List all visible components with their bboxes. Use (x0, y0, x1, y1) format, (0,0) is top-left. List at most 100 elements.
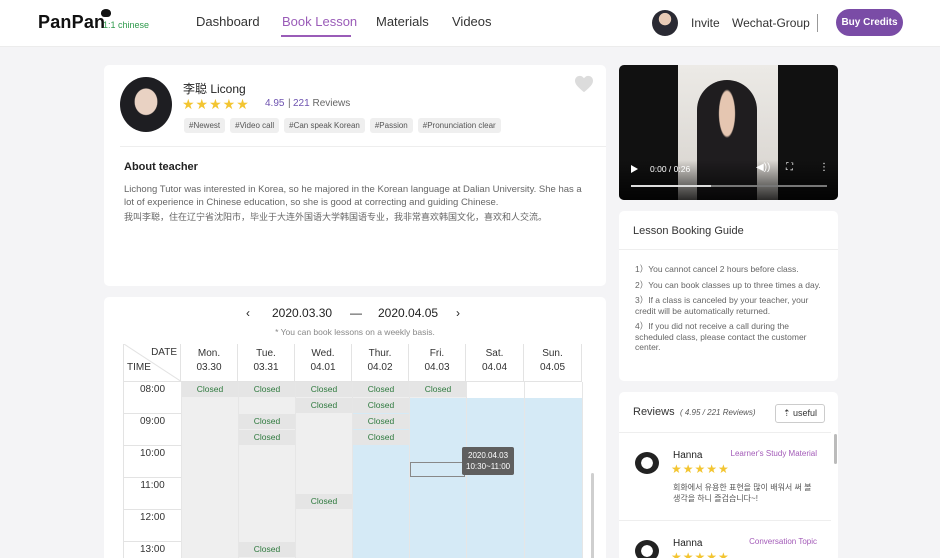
day-header: Thur. 04.02 (352, 344, 409, 382)
tag: #Passion (369, 118, 413, 133)
video-buffered (631, 185, 711, 187)
grid-corner: DATE TIME (123, 344, 182, 382)
teacher-tags: #Newest #Video call #Can speak Korean #P… (184, 118, 501, 133)
review-stars: ★★★★★ (671, 462, 730, 476)
closed-slot: Closed (296, 494, 352, 509)
reviewer-name: Hanna (673, 538, 703, 549)
day-header: Mon. 03.30 (181, 344, 238, 382)
grid-line (238, 382, 239, 558)
reviews-summary: ( 4.95 / 221 Reviews) (680, 408, 756, 417)
week-end-date: 2020.04.05 (378, 306, 439, 320)
day-date: 03.31 (253, 362, 279, 373)
schedule-card: ‹ 2020.03.30 — 2020.04.05 › * You can bo… (104, 297, 606, 558)
day-date: 04.01 (310, 362, 336, 373)
closed-slot: Closed (353, 382, 409, 397)
video-time: 0:00 / 0:26 (650, 164, 691, 174)
guide-item: 1）You cannot cancel 2 hours before class… (635, 264, 799, 274)
closed-slot: Closed (239, 414, 295, 429)
booking-guide-list: 1）You cannot cancel 2 hours before class… (635, 264, 825, 358)
review-topic-tag: Conversation Topic (749, 537, 817, 546)
closed-slot: Closed (296, 382, 352, 397)
teacher-rating-value: 4.95 (265, 98, 285, 109)
review-topic-tag: Learner's Study Material (730, 449, 817, 458)
day-header: Wed. 04.01 (295, 344, 352, 382)
wechat-group-link[interactable]: Wechat-Group (732, 16, 810, 30)
time-label: 11:00 (123, 478, 181, 510)
day-name: Tue. (256, 348, 276, 359)
nav-dashboard[interactable]: Dashboard (196, 14, 260, 29)
schedule-scrollbar[interactable] (591, 473, 594, 558)
closed-slot: Closed (182, 382, 238, 397)
tag: #Can speak Korean (284, 118, 365, 133)
tooltip-time: 10:30~11:00 (466, 462, 511, 471)
day-header: Sat. 04.04 (466, 344, 524, 382)
next-week-button[interactable]: › (456, 306, 460, 320)
nav-videos[interactable]: Videos (452, 14, 492, 29)
teacher-name: 李聪 Licong (183, 82, 246, 96)
week-navigator: ‹ 2020.03.30 — 2020.04.05 › (104, 306, 606, 324)
time-label: 08:00 (123, 382, 181, 414)
closed-slot: Closed (353, 414, 409, 429)
closed-slot: Closed (353, 430, 409, 445)
rating-separator: | (288, 98, 291, 109)
nav-materials[interactable]: Materials (376, 14, 429, 29)
tag: #Newest (184, 118, 226, 133)
booking-guide-title: Lesson Booking Guide (633, 225, 744, 237)
day-date: 04.03 (424, 362, 450, 373)
day-date: 04.02 (367, 362, 393, 373)
grid-line (582, 382, 583, 558)
time-label: 10:00 (123, 446, 181, 478)
reviewer-avatar (635, 540, 659, 558)
play-icon[interactable] (631, 165, 638, 173)
corner-date-label: DATE (151, 347, 177, 358)
day-name: Thur. (368, 348, 392, 359)
heart-icon[interactable] (574, 75, 594, 93)
grid-line (524, 382, 525, 558)
tag: #Pronunciation clear (417, 118, 501, 133)
divider (120, 146, 606, 147)
more-options-icon[interactable]: ⋮ (819, 162, 829, 173)
day-header: Fri. 04.03 (409, 344, 466, 382)
volume-icon[interactable]: ◀)) (756, 162, 770, 173)
day-date: 04.05 (539, 362, 566, 373)
guide-item: 4）If you did not receive a call during t… (635, 321, 807, 352)
day-name: Sun. (542, 348, 563, 359)
day-name: Wed. (311, 348, 335, 359)
closed-slot: Closed (239, 430, 295, 445)
teacher-star-rating: ★★★★★ (182, 96, 250, 112)
intro-video-player[interactable]: 0:00 / 0:26 ◀)) ⛶ ⋮ (619, 65, 838, 200)
fullscreen-icon[interactable]: ⛶ (786, 162, 793, 173)
header-divider (817, 14, 818, 32)
logo-subtitle: 1:1 chinese (103, 20, 150, 30)
closed-slot: Closed (410, 382, 466, 397)
closed-slot: Closed (353, 398, 409, 413)
day-header: Tue. 03.31 (238, 344, 295, 382)
panda-icon (101, 9, 111, 17)
nav-book-lesson[interactable]: Book Lesson (282, 14, 357, 29)
prev-week-button[interactable]: ‹ (246, 306, 250, 320)
grid-line (181, 382, 182, 558)
about-teacher-heading: About teacher (124, 161, 198, 173)
nav-active-indicator (281, 35, 351, 37)
guide-item: 2）You can book classes up to three times… (635, 279, 821, 290)
day-header: Sun. 04.05 (524, 344, 582, 382)
invite-link[interactable]: Invite (691, 16, 720, 30)
logo[interactable]: PanPan (38, 12, 105, 33)
day-name: Sat. (485, 348, 504, 359)
booking-guide-card: Lesson Booking Guide 1）You cannot cancel… (619, 211, 838, 381)
user-avatar[interactable] (652, 10, 678, 36)
selected-slot[interactable] (410, 462, 465, 477)
weekly-booking-note: * You can book lessons on a weekly basis… (275, 327, 435, 337)
teacher-reviews-count[interactable]: 221 Reviews (293, 98, 350, 109)
reviews-scrollbar[interactable] (834, 434, 837, 464)
day-date: 03.30 (196, 362, 222, 373)
tooltip-date: 2020.04.03 (468, 451, 509, 460)
day-date: 04.04 (481, 362, 508, 373)
divider (619, 520, 831, 521)
buy-credits-button[interactable]: Buy Credits (836, 9, 903, 36)
closed-slot: Closed (296, 398, 352, 413)
sort-useful-button[interactable]: ⇡ useful (775, 404, 825, 423)
review-stars: ★★★★★ (671, 550, 730, 558)
reviews-title: Reviews (633, 406, 675, 418)
time-label: 09:00 (123, 414, 181, 446)
